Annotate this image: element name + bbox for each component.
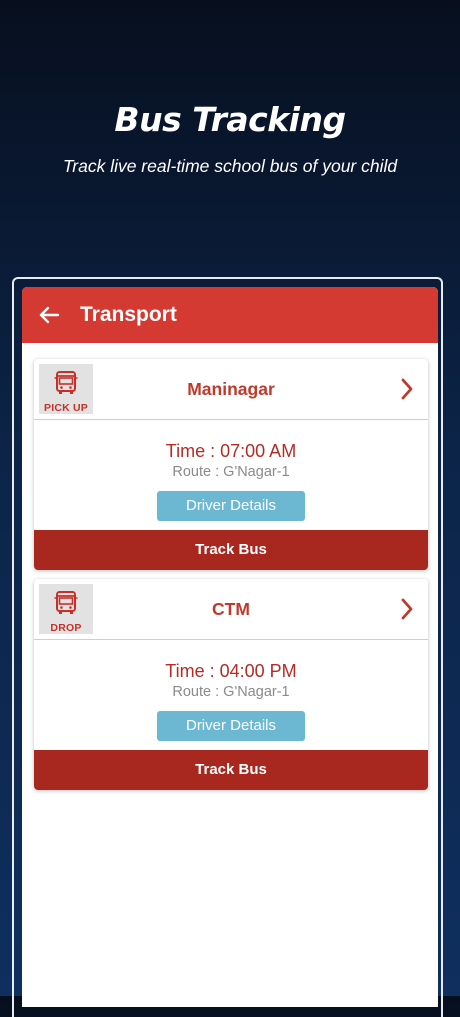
driver-details-button[interactable]: Driver Details (157, 491, 305, 521)
pickup-badge: PICK UP (39, 364, 93, 414)
stop-name: Maninagar (187, 378, 275, 399)
trip-route: Route : G'Nagar-1 (172, 464, 290, 480)
trip-route: Route : G'Nagar-1 (172, 684, 290, 700)
trip-card-body: Time : 04:00 PM Route : G'Nagar-1 Driver… (34, 640, 428, 790)
trip-card-drop: DROP CTM Time : 04:00 PM Route : G'Nagar… (34, 579, 428, 790)
trip-card-header[interactable]: PICK UP Maninagar (34, 359, 428, 420)
app-bar: Transport (22, 287, 438, 343)
arrow-left-icon[interactable] (38, 304, 60, 326)
badge-label: PICK UP (44, 402, 88, 414)
hero-title: Bus Tracking (114, 100, 346, 139)
hero-subtitle: Track live real-time school bus of your … (62, 156, 398, 176)
badge-label: DROP (50, 622, 82, 634)
track-bus-button[interactable]: Track Bus (34, 530, 428, 570)
bus-icon (53, 590, 79, 621)
app-screen: Transport PICK UP Maninagar Time: 07:00… (22, 287, 438, 1007)
trip-card-pickup: PICK UP Maninagar Time : 07:00 AM Route … (34, 359, 428, 570)
chevron-right-icon[interactable] (400, 597, 414, 621)
trip-time: Time : 07:00 AM (165, 441, 297, 461)
chevron-right-icon[interactable] (400, 377, 414, 401)
trip-card-header[interactable]: DROP CTM (34, 579, 428, 640)
track-bus-button[interactable]: Track Bus (34, 750, 428, 790)
app-bar-title: Transport (80, 303, 177, 326)
drop-badge: DROP (39, 584, 93, 634)
trip-card-body: Time : 07:00 AM Route : G'Nagar-1 Driver… (34, 420, 428, 570)
bus-icon (53, 370, 79, 401)
stop-name: CTM (212, 598, 250, 619)
trip-time: Time : 04:00 PM (165, 661, 297, 681)
driver-details-button[interactable]: Driver Details (157, 711, 305, 741)
